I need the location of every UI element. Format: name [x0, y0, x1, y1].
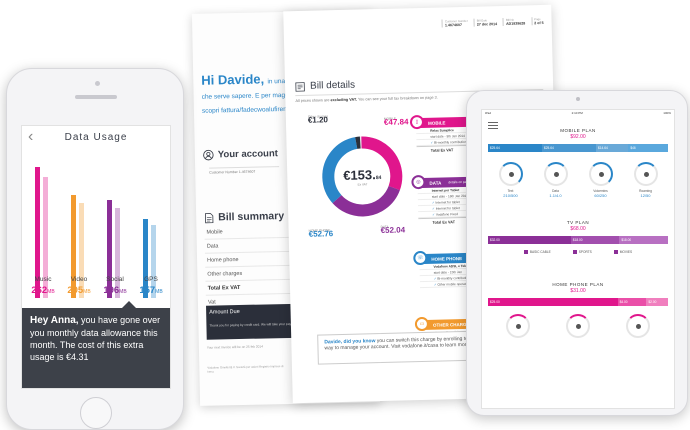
bill-details-subtitle: All prices shown are excluding VAT. You …	[295, 95, 438, 104]
usage-category: Music	[34, 276, 52, 283]
bill-meta: Customer Number 1.4674607 Bill Date 27 dec…	[441, 16, 544, 28]
phone-icon: ☏	[413, 250, 428, 266]
gauge-home	[501, 314, 535, 339]
home-plan-bar: $25.00 $4.00 $2.00	[488, 298, 668, 307]
gauge-voice: Voicemins 60/250	[584, 162, 618, 198]
bar-segment: $32.00	[488, 236, 571, 244]
donut-center: €153.84 Ex VAT	[306, 120, 419, 233]
usage-unit: MB	[119, 289, 127, 295]
overage-message: Hey Anna, you have gone over you monthly…	[22, 308, 170, 388]
plan-price: $31.00	[570, 288, 586, 295]
plan-title: MOBILE PLAN	[560, 128, 596, 133]
meta-cell: Bill No AD1939628	[502, 17, 526, 26]
gauge-home	[621, 314, 655, 339]
message-pointer	[122, 301, 136, 308]
bar-segment: $25.00	[488, 298, 618, 307]
legend-item: BASIC CABLE	[524, 250, 551, 254]
account-title: Your account	[217, 148, 278, 161]
tv-plan-bar: $32.00 $18.00 $18.00	[488, 236, 668, 244]
usage-unit: MB	[155, 289, 163, 295]
home-button[interactable]	[80, 397, 112, 429]
camera	[95, 81, 100, 86]
usage-labels: Music 262MB Video 205MB Social 196MB GPS 157MB	[22, 276, 170, 306]
account-field: Customer Number 1.4674607	[209, 166, 280, 175]
usage-value: 205MB	[67, 285, 91, 296]
meta-cell: Bill Date 27 dec 2014	[473, 18, 498, 27]
tablet-device: iPad 2:10 PM 100% MOBILE PLAN $92.00 $25.6…	[466, 90, 688, 416]
bill-details-title: Bill details	[309, 79, 356, 92]
tv-plan: TV PLAN $68.00 $32.00 $18.00 $18.00 BASI…	[482, 220, 674, 254]
usage-unit: MB	[83, 289, 91, 295]
plan-title: TV PLAN	[566, 220, 590, 225]
usage-value: 262MB	[31, 285, 55, 296]
usage-category: Video	[70, 276, 88, 283]
bar-segment: $4.00	[617, 298, 647, 307]
gauge-data: Data 1.1/4.0	[539, 162, 573, 198]
bar-segment: $18.00	[570, 236, 620, 244]
plan-price: $68.00	[570, 226, 586, 232]
mobile-icon: ▯	[409, 114, 425, 130]
label-home-phone: HOME PHONE €52.76	[308, 228, 334, 239]
label-data: DATA €52.04	[380, 224, 406, 236]
mobile-plan-bar: $25.64 $25.64 $14.64 $46	[488, 144, 668, 152]
label-other-charges: Other charges €1.20	[307, 114, 329, 125]
greeting-name: Hi Davide,	[201, 71, 265, 88]
plan-title: HOME PHONE PLAN	[552, 282, 604, 288]
hamburger-menu-icon[interactable]	[488, 122, 498, 131]
usage-gauges: Text 210/500 Data 1.1/4.0 Voicemins 60/250 …	[482, 162, 674, 198]
usage-value: 157MB	[139, 285, 163, 296]
plan-price: $92.00	[570, 134, 586, 140]
bar-segment: $25.64	[542, 144, 596, 152]
account-heading: Your account	[203, 148, 278, 161]
camera	[576, 97, 580, 101]
usage-label: Social 196MB	[97, 276, 133, 296]
details-icon	[295, 81, 305, 92]
status-bar: iPad 2:10 PM 100%	[485, 111, 671, 115]
usage-category: Social	[106, 276, 124, 283]
home-phone-plan: HOME PHONE PLAN $31.00 $25.00 $4.00 $2.0…	[482, 282, 674, 339]
amount-due-label: Amount Due	[209, 308, 240, 316]
usage-label: GPS 157MB	[133, 276, 169, 296]
back-chevron-icon[interactable]: ‹	[28, 128, 34, 146]
gauge-home	[561, 314, 595, 339]
bar-segment: $18.00	[619, 236, 668, 244]
gauge-roaming: Roaming 12/50	[629, 162, 663, 198]
bill-details-heading: Bill details	[295, 80, 355, 92]
next-invoice-note: Your next invoice will be on 25 feb 2014	[206, 344, 264, 350]
meta-cell: Customer Number 1.4674607	[441, 18, 468, 28]
globe-icon: ◎	[411, 174, 426, 190]
usage-value: 196MB	[103, 285, 127, 296]
donut-total-label: Ex VAT	[357, 181, 368, 187]
summary-title: Bill summary	[218, 210, 285, 224]
greeting-link[interactable]: scopri fattura/fadecwoalufirena	[202, 106, 291, 115]
usage-category: GPS	[144, 276, 158, 283]
bar-segment: $46	[628, 144, 668, 152]
usage-label: Music 262MB	[25, 276, 61, 296]
home-gauges	[482, 314, 674, 339]
user-icon	[203, 149, 214, 161]
screen-title: Data Usage	[64, 131, 128, 143]
bar-segment: $2.00	[646, 298, 668, 307]
usage-label: Video 205MB	[61, 276, 97, 296]
legend-item: SPORTS	[573, 250, 592, 254]
footer-left: Vodafone Omnitel B.V. Società per azioni…	[207, 364, 284, 374]
speaker	[75, 95, 117, 99]
gauge-text: Text 210/500	[494, 162, 528, 198]
bill-donut-chart: €153.84 Ex VAT	[306, 120, 419, 233]
phone-device: ‹ Data Usage Music 262MB Video 205MB Social 1…	[6, 68, 184, 430]
tv-legend: BASIC CABLE SPORTS MOVIES	[482, 250, 674, 254]
mobile-plan: MOBILE PLAN $92.00 $25.64 $25.64 $14.64 …	[482, 128, 674, 198]
document-icon	[205, 212, 214, 223]
label-mobile: MOBILE €47.84	[383, 116, 409, 127]
meta-cell: Page 2 of 5	[531, 16, 544, 26]
bar-segment: $25.64	[488, 144, 542, 152]
donut-total: €153.84	[343, 166, 382, 183]
tablet-screen: iPad 2:10 PM 100% MOBILE PLAN $92.00 $25.6…	[481, 109, 675, 409]
bar-segment: $14.64	[596, 144, 629, 152]
legend-item: MOVIES	[614, 250, 632, 254]
data-usage-header: ‹ Data Usage	[22, 126, 170, 148]
card-icon: ▭	[414, 316, 430, 332]
phone-screen: ‹ Data Usage Music 262MB Video 205MB Social 1…	[21, 125, 171, 389]
usage-unit: MB	[47, 289, 55, 295]
